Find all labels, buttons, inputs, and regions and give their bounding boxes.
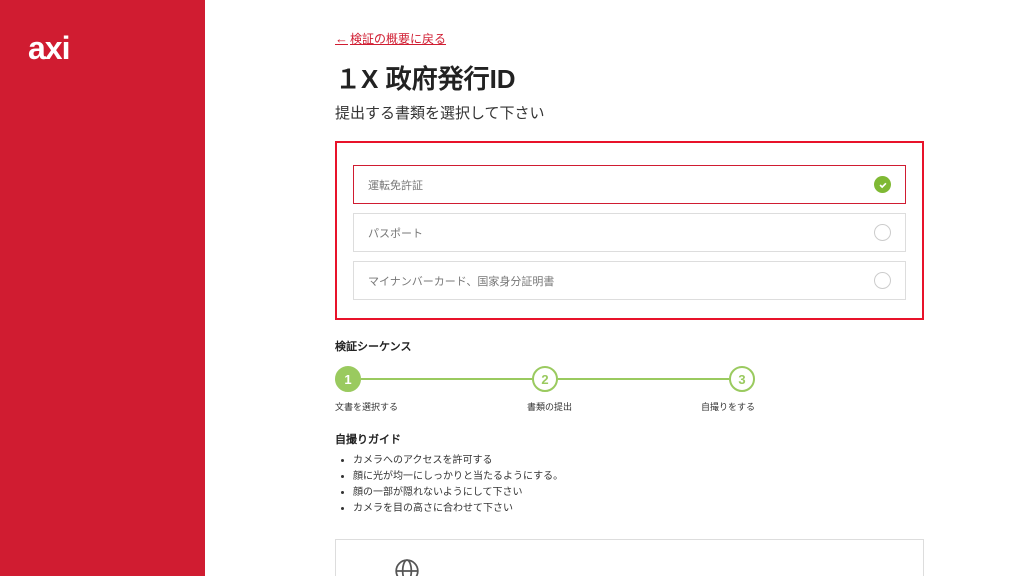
globe-wrap xyxy=(394,558,865,576)
step-label: 自撮りをする xyxy=(701,400,755,413)
verify-inner: 検証を開始する この手続きは、あなたの情報と証明書を認証し、不正利用を防ぐことを… xyxy=(354,558,905,576)
back-link[interactable]: ← 検証の概要に戻る xyxy=(335,30,446,47)
step-3: 3 xyxy=(729,366,755,392)
step-labels: 文書を選択する 書類の提出 自撮りをする xyxy=(335,400,755,413)
step-1: 1 xyxy=(335,366,361,392)
step-circle: 1 xyxy=(335,366,361,392)
page-title: １X 政府発行ID xyxy=(335,59,924,96)
option-drivers-license[interactable]: 運転免許証 xyxy=(353,165,906,204)
option-passport[interactable]: パスポート xyxy=(353,213,906,252)
step-label: 文書を選択する xyxy=(335,400,398,413)
list-item: カメラへのアクセスを許可する xyxy=(353,453,924,469)
sidebar: axi xyxy=(0,0,205,576)
option-national-id[interactable]: マイナンバーカード、国家身分証明書 xyxy=(353,261,906,300)
main-content: ← 検証の概要に戻る １X 政府発行ID 提出する書類を選択して下さい 運転免許… xyxy=(205,0,1024,576)
list-item: カメラを目の高さに合わせて下さい xyxy=(353,501,924,517)
list-item: 顔に光が均一にしっかりと当たるようにする。 xyxy=(353,469,924,485)
selfie-guide-list: カメラへのアクセスを許可する 顔に光が均一にしっかりと当たるようにする。 顔の一… xyxy=(335,453,924,517)
step-circle: 2 xyxy=(532,366,558,392)
radio-empty-icon xyxy=(874,224,891,241)
list-item: 顔の一部が隠れないようにして下さい xyxy=(353,485,924,501)
step-label: 書類の提出 xyxy=(527,400,572,413)
brand-logo: axi xyxy=(28,30,177,67)
radio-empty-icon xyxy=(874,272,891,289)
globe-icon[interactable] xyxy=(394,558,420,576)
step-circle: 3 xyxy=(729,366,755,392)
selfie-guide-title: 自撮りガイド xyxy=(335,431,924,447)
step-connector xyxy=(361,378,532,380)
arrow-left-icon: ← xyxy=(335,31,348,46)
document-options-highlight: 運転免許証 パスポート マイナンバーカード、国家身分証明書 xyxy=(335,141,924,320)
page-subtitle: 提出する書類を選択して下さい xyxy=(335,102,924,123)
option-label: パスポート xyxy=(368,225,423,241)
back-link-label: 検証の概要に戻る xyxy=(350,30,446,47)
sequence-title: 検証シーケンス xyxy=(335,338,924,354)
option-label: マイナンバーカード、国家身分証明書 xyxy=(368,273,554,289)
stepper: 1 2 3 xyxy=(335,366,755,392)
verify-panel: 検証を開始する この手続きは、あなたの情報と証明書を認証し、不正利用を防ぐことを… xyxy=(335,539,924,576)
check-circle-icon xyxy=(874,176,891,193)
step-2: 2 xyxy=(532,366,558,392)
option-label: 運転免許証 xyxy=(368,177,423,193)
step-connector xyxy=(558,378,729,380)
